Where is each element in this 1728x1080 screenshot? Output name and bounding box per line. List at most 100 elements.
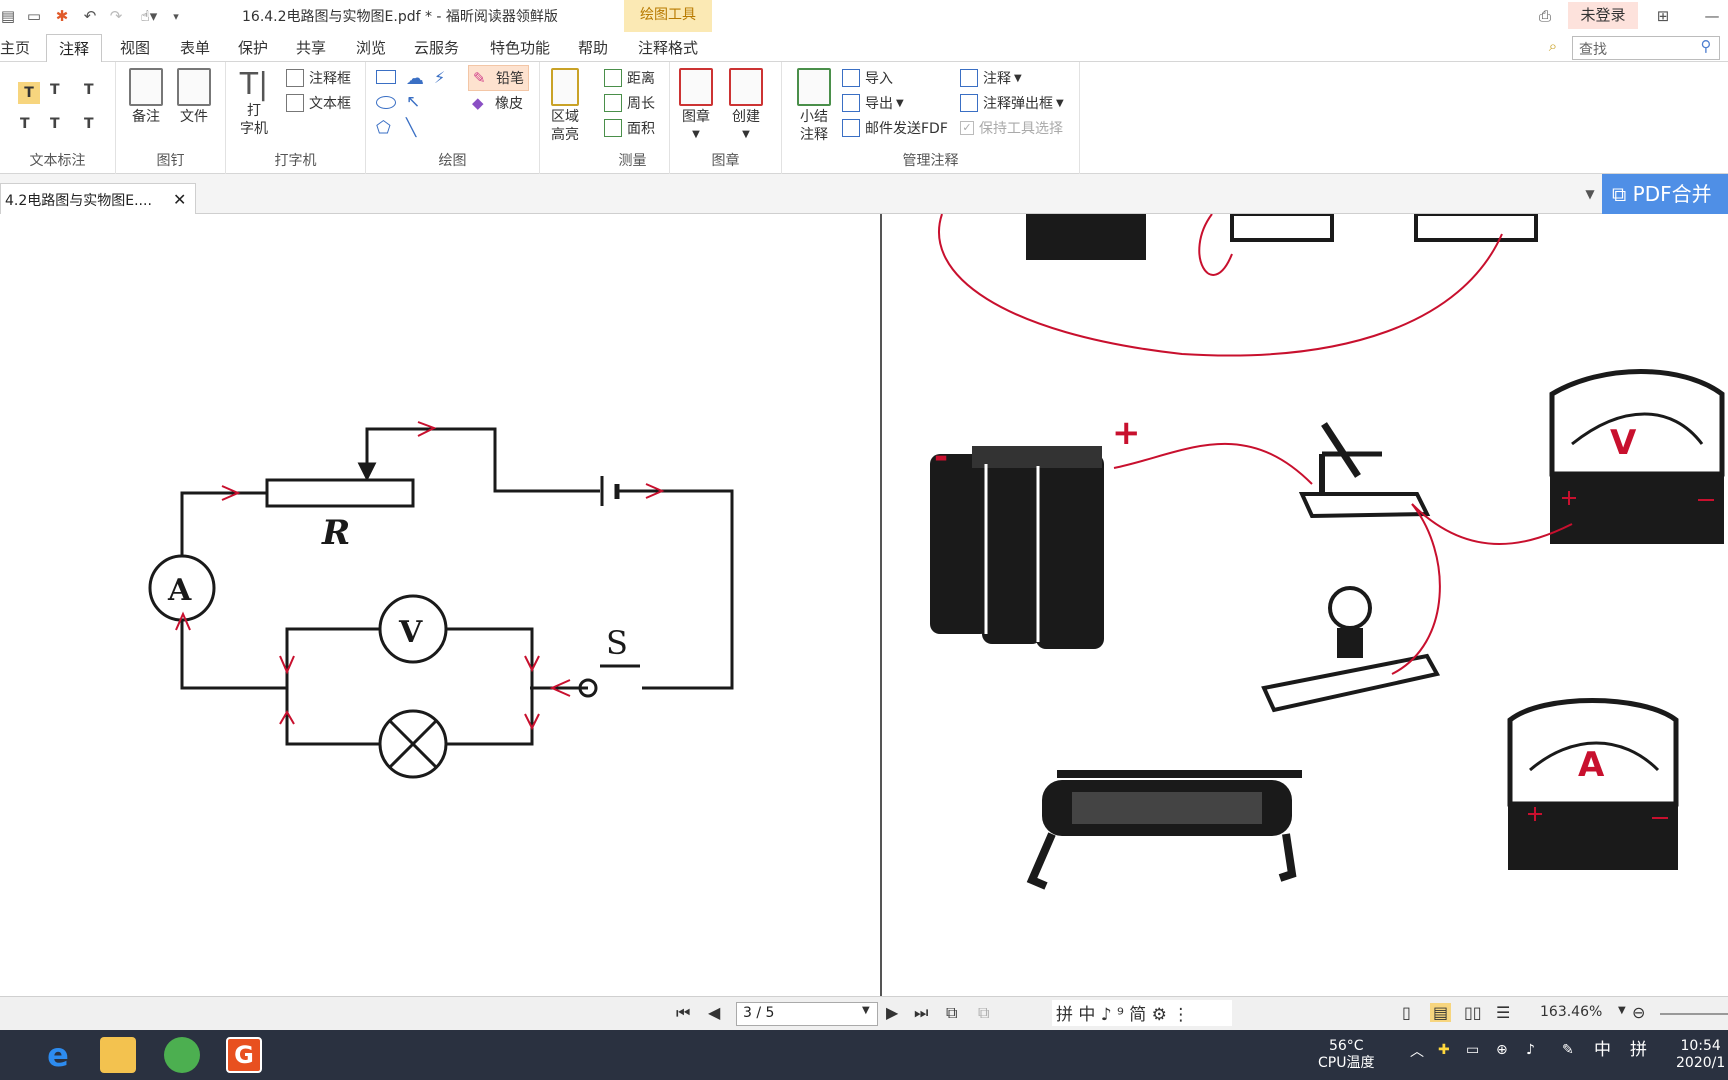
last-page-icon[interactable]: ⏭ [914, 1003, 928, 1023]
tab-features[interactable]: 特色功能 [490, 37, 550, 58]
comment-popup-button[interactable]: 注释弹出框 ▼ [960, 93, 1064, 113]
group-label: 图钉 [156, 153, 185, 169]
foxit-reader-icon[interactable]: G [226, 1037, 262, 1073]
comments-button[interactable]: 注释 ▼ [960, 68, 1022, 88]
battery-icon[interactable]: ▭ [1466, 1042, 1479, 1059]
browser-icon[interactable] [164, 1037, 200, 1073]
export-button[interactable]: 导出 ▼ [842, 93, 904, 113]
tab-view[interactable]: 视图 [120, 37, 150, 58]
tab-home[interactable]: 主页 [0, 37, 30, 58]
search-icon[interactable]: ⚲ [1696, 36, 1716, 56]
ime-pinyin[interactable]: 拼 [1630, 1042, 1647, 1059]
area-highlight-button[interactable]: 区域 高亮 [546, 68, 584, 144]
undo-icon[interactable]: ↶ [80, 6, 100, 26]
print-icon[interactable]: ▤ [0, 6, 16, 26]
ime-toolbar[interactable]: 拼 中 ♪ ⁹ 简 ⚙ ⋮ [1052, 1000, 1232, 1026]
file-button[interactable]: 文件 [174, 68, 214, 126]
minimize-icon[interactable]: — [1700, 6, 1724, 26]
zoom-level[interactable]: 163.46% [1540, 1004, 1602, 1020]
import-button[interactable]: 导入 [842, 68, 893, 88]
tab-protect[interactable]: 保护 [238, 37, 268, 58]
edge-browser-icon[interactable]: e [40, 1037, 76, 1073]
hand-tool-icon[interactable]: ☝▾ [134, 6, 164, 26]
underline-icon[interactable]: T [84, 82, 94, 98]
note-button[interactable]: 备注 [126, 68, 166, 126]
replace-text-icon[interactable]: T [50, 116, 60, 132]
line-icon[interactable]: ╲ [406, 118, 416, 138]
next-page-icon[interactable]: ▶ [886, 1003, 898, 1022]
folder-search-icon[interactable]: ⌕ [1542, 36, 1564, 56]
eraser-icon: ◆ [472, 94, 484, 112]
eraser-button[interactable]: ◆ 橡皮 [472, 93, 523, 113]
page-dropdown-icon[interactable]: ▼ [862, 1005, 870, 1016]
continuous-page-icon[interactable]: ▤ [1430, 1003, 1452, 1022]
volume-icon[interactable]: ♪ [1526, 1042, 1535, 1059]
pencil-icon: ✎ [473, 69, 486, 87]
layout-icon[interactable]: ⊞ [1652, 6, 1674, 26]
tab-share[interactable]: 共享 [296, 37, 326, 58]
rectangle-icon[interactable] [376, 70, 396, 84]
group-text-markup: T T T T T T 文本标注 [0, 62, 116, 174]
stamp-button[interactable]: 图章 ▼ [676, 68, 716, 144]
close-icon[interactable]: ✕ [173, 190, 186, 209]
textbox-button[interactable]: 文本框 [286, 93, 351, 113]
tab-form[interactable]: 表单 [180, 37, 210, 58]
zoom-out-icon[interactable]: ⊖ [1632, 1003, 1645, 1022]
skin-icon[interactable]: ⎙ [1534, 6, 1556, 26]
next-view-icon[interactable]: ⧉ [978, 1003, 989, 1023]
checkbox-icon: ✓ [960, 121, 974, 135]
export-icon [842, 94, 860, 112]
login-button[interactable]: 未登录 [1568, 2, 1638, 29]
document-tab[interactable]: 4.2电路图与实物图E.... ✕ [0, 183, 196, 214]
typewriter-button[interactable]: T| 打 字机 [236, 68, 272, 138]
arrow-icon[interactable]: ↖ [406, 92, 420, 112]
single-page-icon[interactable]: ▯ [1402, 1003, 1411, 1022]
pencil-button[interactable]: ✎ 铅笔 [468, 65, 529, 91]
file-explorer-icon[interactable] [100, 1037, 136, 1073]
drawing-tools-context-tab[interactable]: 绘图工具 [624, 0, 712, 32]
first-page-icon[interactable]: ⏮ [676, 1003, 690, 1023]
summarize-button[interactable]: 小结 注释 [794, 68, 834, 144]
callout-button[interactable]: 注释框 [286, 68, 351, 88]
tab-browse[interactable]: 浏览 [356, 37, 386, 58]
customize-toolbar-icon[interactable]: ▾ [170, 6, 182, 26]
clock[interactable]: 10:54 2020/1 [1676, 1038, 1725, 1072]
save-icon[interactable]: ▭ [24, 6, 44, 26]
polygon-icon[interactable]: ⬠ [376, 118, 391, 138]
pen-icon[interactable]: ✎ [1562, 1042, 1574, 1059]
tab-comment-format[interactable]: 注释格式 [638, 37, 698, 58]
new-icon[interactable]: ✱ [52, 6, 72, 26]
tab-comment[interactable]: 注释 [46, 34, 103, 63]
tab-help[interactable]: 帮助 [578, 37, 608, 58]
area-button[interactable]: 面积 [604, 118, 655, 138]
page-number-input[interactable]: 3 / 5 [736, 1002, 878, 1026]
previous-page-icon[interactable]: ◀ [708, 1003, 720, 1022]
zoom-slider[interactable] [1660, 1013, 1728, 1015]
facing-page-icon[interactable]: ▯▯ [1464, 1003, 1482, 1022]
tab-list-chevron-icon[interactable]: ▼ [1582, 184, 1598, 204]
tray-expand-icon[interactable]: ︿ [1410, 1044, 1424, 1061]
insert-text-icon[interactable]: T [84, 116, 94, 132]
ime-mode[interactable]: 中 [1594, 1042, 1611, 1059]
create-stamp-button[interactable]: 创建 ▼ [726, 68, 766, 144]
oval-icon[interactable] [376, 96, 396, 109]
tab-cloud[interactable]: 云服务 [414, 37, 459, 58]
previous-view-icon[interactable]: ⧉ [946, 1003, 957, 1023]
squiggly-icon[interactable]: T [50, 82, 60, 98]
polyline-icon[interactable]: ⚡ [434, 68, 445, 87]
continuous-facing-icon[interactable]: ☰ [1496, 1003, 1510, 1022]
redo-icon[interactable]: ↷ [106, 6, 126, 26]
perimeter-button[interactable]: 周长 [604, 93, 655, 113]
ammeter-label: A [167, 573, 192, 608]
network-icon[interactable]: ⊕ [1496, 1042, 1508, 1059]
pdf-merge-button[interactable]: ⧉ PDF合并 [1602, 174, 1728, 214]
cloud-icon[interactable]: ☁ [406, 68, 424, 89]
distance-button[interactable]: 距离 [604, 68, 655, 88]
strikeout-icon[interactable]: T [20, 116, 30, 132]
current-direction-annotations [175, 421, 665, 731]
keep-tool-checkbox[interactable]: ✓ 保持工具选择 [960, 118, 1063, 138]
highlight-text-icon[interactable]: T [18, 82, 40, 104]
email-fdf-button[interactable]: 邮件发送FDF [842, 118, 948, 138]
zoom-dropdown-icon[interactable]: ▼ [1618, 1005, 1626, 1016]
tray-app-icon[interactable]: ✚ [1438, 1042, 1450, 1059]
